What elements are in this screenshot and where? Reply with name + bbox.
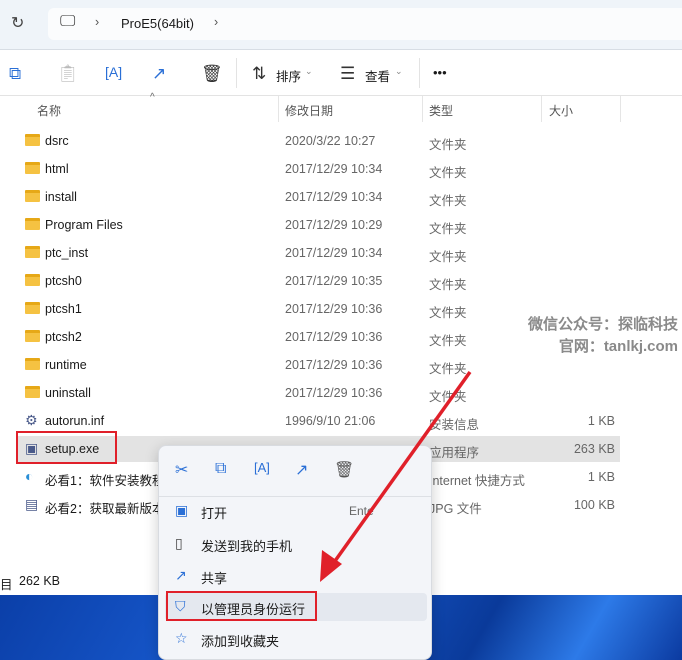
annotation-arrow — [320, 370, 472, 582]
arrow-line — [328, 370, 472, 570]
